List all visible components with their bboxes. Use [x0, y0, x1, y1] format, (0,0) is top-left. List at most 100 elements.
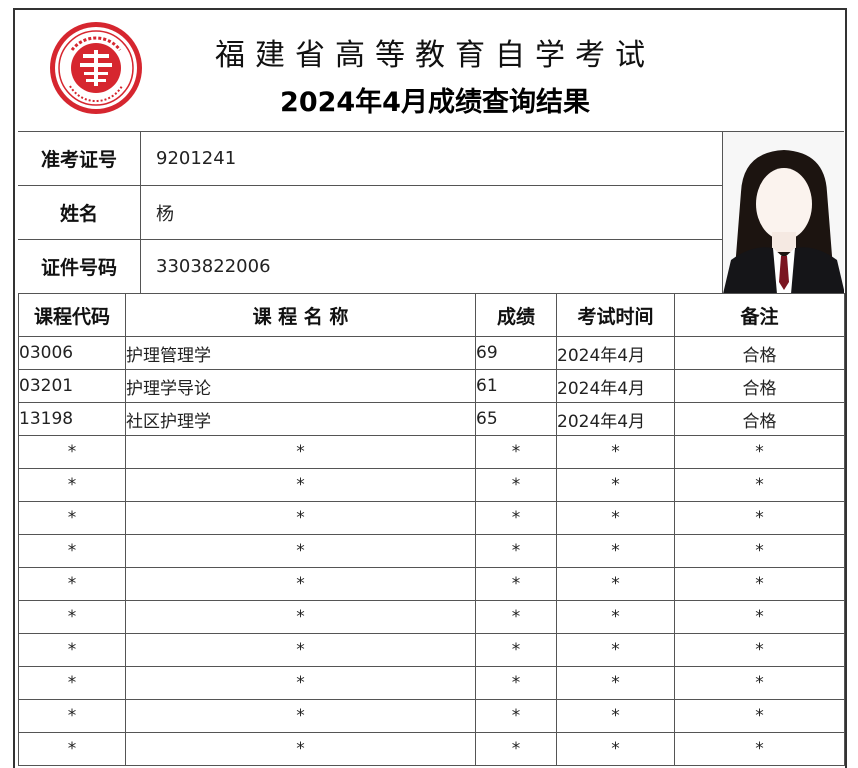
table-row: 03201 护理学导论 61 2024年4月 合格 [18, 369, 845, 403]
empty-cell: * [125, 501, 476, 535]
info-row-name: 姓名 杨 [18, 186, 722, 240]
course-name: 社区护理学 [125, 402, 476, 436]
course-score: 61 [475, 369, 557, 403]
empty-cell: * [556, 666, 675, 700]
empty-row: * * * * * [18, 633, 845, 667]
page-title: 福建省高等教育自学考试 [215, 38, 655, 73]
empty-row: * * * * * [18, 501, 845, 535]
empty-cell: * [475, 666, 557, 700]
empty-cell: * [18, 501, 126, 535]
empty-cell: * [556, 633, 675, 667]
course-name: 护理学导论 [125, 369, 476, 403]
exam-authority-seal-icon [50, 22, 142, 114]
empty-cell: * [18, 600, 126, 634]
empty-row: * * * * * [18, 435, 845, 469]
empty-row: * * * * * [18, 666, 845, 700]
empty-cell: * [674, 633, 845, 667]
exam-time: 2024年4月 [556, 402, 675, 436]
admission-number-label: 准考证号 [18, 132, 141, 185]
empty-cell: * [674, 666, 845, 700]
name-value: 杨 [156, 203, 174, 225]
course-score: 65 [475, 402, 557, 436]
page-subtitle: 2024年4月成绩查询结果 [280, 87, 590, 118]
col-header-name: 课 程 名 称 [125, 293, 476, 337]
empty-cell: * [125, 732, 476, 766]
result-sheet: 福建省高等教育自学考试 2024年4月成绩查询结果 准考证号 9201241 姓… [13, 8, 847, 768]
empty-cell: * [674, 468, 845, 502]
exam-time: 2024年4月 [556, 369, 675, 403]
empty-cell: * [125, 567, 476, 601]
empty-cell: * [674, 534, 845, 568]
info-row-admission: 准考证号 9201241 [18, 132, 722, 186]
empty-row: * * * * * [18, 534, 845, 568]
empty-cell: * [475, 468, 557, 502]
empty-cell: * [125, 600, 476, 634]
empty-cell: * [18, 468, 126, 502]
empty-row: * * * * * [18, 732, 845, 766]
empty-cell: * [475, 435, 557, 469]
course-note: 合格 [674, 402, 845, 436]
empty-cell: * [475, 501, 557, 535]
empty-cell: * [556, 699, 675, 733]
empty-cell: * [125, 435, 476, 469]
empty-cell: * [18, 699, 126, 733]
sheet-header: 福建省高等教育自学考试 2024年4月成绩查询结果 [15, 10, 845, 132]
empty-cell: * [475, 633, 557, 667]
table-row: 13198 社区护理学 65 2024年4月 合格 [18, 402, 845, 436]
empty-cell: * [556, 468, 675, 502]
exam-time: 2024年4月 [556, 336, 675, 370]
col-header-code: 课程代码 [18, 293, 126, 337]
course-name: 护理管理学 [125, 336, 476, 370]
empty-row: * * * * * [18, 567, 845, 601]
admission-number-value: 9201241 [156, 148, 237, 169]
empty-cell: * [18, 666, 126, 700]
table-header-row: 课程代码 课 程 名 称 成绩 考试时间 备注 [18, 293, 845, 337]
empty-cell: * [475, 567, 557, 601]
col-header-note: 备注 [674, 293, 845, 337]
empty-cell: * [18, 732, 126, 766]
id-number-value: 3303822006 [156, 256, 271, 277]
empty-cell: * [18, 567, 126, 601]
empty-cell: * [475, 534, 557, 568]
candidate-info: 准考证号 9201241 姓名 杨 证件号码 3303822006 [18, 131, 844, 294]
empty-cell: * [125, 534, 476, 568]
empty-cell: * [475, 732, 557, 766]
empty-cell: * [18, 633, 126, 667]
empty-row: * * * * * [18, 468, 845, 502]
empty-cell: * [674, 567, 845, 601]
empty-cell: * [556, 501, 675, 535]
empty-cell: * [674, 699, 845, 733]
empty-cell: * [556, 567, 675, 601]
empty-cell: * [475, 600, 557, 634]
course-code: 03006 [18, 336, 126, 370]
score-table: 课程代码 课 程 名 称 成绩 考试时间 备注 03006 护理管理学 69 2… [18, 293, 845, 766]
empty-cell: * [125, 468, 476, 502]
empty-cell: * [674, 501, 845, 535]
empty-cell: * [125, 666, 476, 700]
course-note: 合格 [674, 369, 845, 403]
empty-cell: * [18, 534, 126, 568]
empty-row: * * * * * [18, 699, 845, 733]
empty-cell: * [556, 600, 675, 634]
portrait-icon [723, 132, 844, 294]
empty-cell: * [556, 534, 675, 568]
empty-row: * * * * * [18, 600, 845, 634]
empty-cell: * [674, 435, 845, 469]
col-header-score: 成绩 [475, 293, 557, 337]
empty-cell: * [556, 435, 675, 469]
name-label: 姓名 [18, 186, 141, 239]
course-score: 69 [475, 336, 557, 370]
empty-cell: * [674, 732, 845, 766]
course-code: 03201 [18, 369, 126, 403]
empty-cell: * [125, 633, 476, 667]
empty-cell: * [18, 435, 126, 469]
empty-cell: * [125, 699, 476, 733]
col-header-time: 考试时间 [556, 293, 675, 337]
candidate-photo [722, 132, 844, 294]
empty-cell: * [674, 600, 845, 634]
table-row: 03006 护理管理学 69 2024年4月 合格 [18, 336, 845, 370]
course-code: 13198 [18, 402, 126, 436]
empty-cell: * [556, 732, 675, 766]
info-row-id: 证件号码 3303822006 [18, 240, 722, 293]
course-note: 合格 [674, 336, 845, 370]
